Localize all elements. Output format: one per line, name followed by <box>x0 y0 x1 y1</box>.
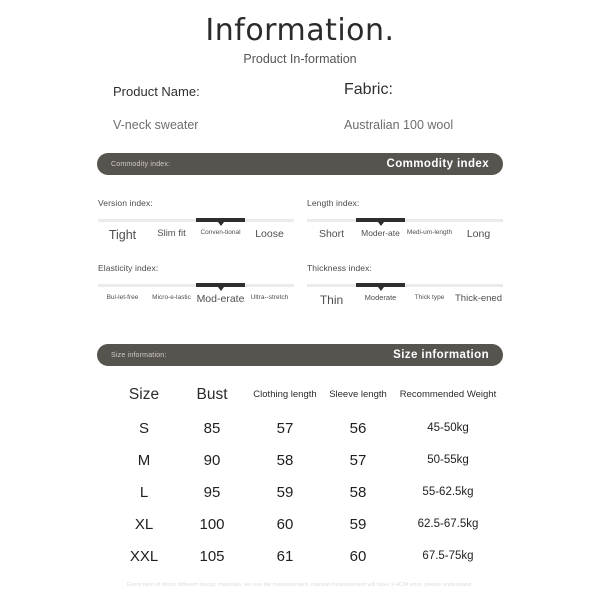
table-row: XXL 105 61 60 67.5-75kg <box>112 540 502 572</box>
meter-thickness-title: Thickness index: <box>307 263 372 273</box>
meter-thickness: Thickness index: Thin Moderate Thick type Th… <box>307 263 503 307</box>
size-information-banner-small-label: Size information: <box>111 351 167 359</box>
measurement-disclaimer: Every item of dress different design mat… <box>126 582 474 588</box>
commodity-index-banner: Commodity index: Commodity index <box>97 153 503 175</box>
table-cell: 100 <box>199 515 225 533</box>
meter-elasticity-option[interactable]: Bul-let-free <box>98 294 147 305</box>
table-cell: 59 <box>349 515 367 533</box>
table-cell: S <box>138 419 149 437</box>
table-cell: 50-55kg <box>427 454 469 466</box>
table-cell: 59 <box>276 483 294 501</box>
table-cell: 55-62.5kg <box>422 486 474 498</box>
size-information-banner: Size information: Size information <box>97 344 503 366</box>
meter-version-track[interactable] <box>98 218 294 226</box>
page-title: Information. <box>205 13 395 48</box>
table-column-header: Bust <box>196 386 228 403</box>
table-cell: XL <box>134 515 154 533</box>
table-row: S 85 57 56 45-50kg <box>112 412 502 444</box>
table-column-header: Clothing length <box>253 388 317 400</box>
size-information-banner-title: Size information <box>393 349 489 361</box>
meter-length-pointer-icon <box>377 222 384 226</box>
commodity-index-banner-small-label: Commodity index: <box>111 160 171 168</box>
meter-thickness-option[interactable]: Thick type <box>405 294 454 307</box>
meter-elasticity-option[interactable]: Micro-e-lastic <box>147 294 196 305</box>
commodity-index-meters: Version index: Tight Slim fit Conven-tional… <box>0 198 600 328</box>
product-information-page: Information. Product In-formation Produc… <box>0 0 600 600</box>
table-body: S 85 57 56 45-50kg M 90 58 57 50-55kg L 95 59 58 55-62… <box>112 412 502 572</box>
table-cell: 62.5-67.5kg <box>417 518 479 530</box>
meter-elasticity-option[interactable]: Ultra--stretch <box>245 294 294 305</box>
table-cell: 58 <box>276 451 294 469</box>
meter-elasticity-title: Elasticity index: <box>98 263 159 273</box>
fabric-label: Fabric: <box>344 81 393 98</box>
meter-length-option[interactable]: Medi-um-length <box>405 229 454 240</box>
table-cell: 61 <box>276 547 294 565</box>
meter-thickness-track[interactable] <box>307 283 503 291</box>
meter-length: Length index: Short Moder-ate Medi-um-lengt… <box>307 198 503 240</box>
table-row: L 95 59 58 55-62.5kg <box>112 476 502 508</box>
commodity-index-banner-title: Commodity index <box>386 158 489 170</box>
fabric-value: Australian 100 wool <box>344 118 454 132</box>
meter-version-title: Version index: <box>98 198 153 208</box>
meter-length-track[interactable] <box>307 218 503 226</box>
table-cell: 45-50kg <box>427 422 469 434</box>
table-column-header: Recommended Weight <box>399 388 497 400</box>
meter-thickness-labels: Thin Moderate Thick type Thick-ened <box>307 293 503 307</box>
table-cell: 58 <box>349 483 367 501</box>
table-cell: M <box>137 451 151 469</box>
table-cell: 60 <box>349 547 367 565</box>
meter-elasticity-option[interactable]: Mod-erate <box>196 293 245 305</box>
meter-length-title: Length index: <box>307 198 360 208</box>
table-row: M 90 58 57 50-55kg <box>112 444 502 476</box>
table-cell: L <box>139 483 149 501</box>
table-cell: 57 <box>276 419 294 437</box>
table-cell: 95 <box>203 483 221 501</box>
meter-version-pointer-icon <box>217 222 224 226</box>
product-fields: Product Name: V-neck sweater Fabric: Aus… <box>0 81 600 146</box>
size-table: Size Bust Clothing length Sleeve length Reco… <box>112 378 502 572</box>
table-cell: XXL <box>129 547 159 565</box>
table-cell: 105 <box>199 547 225 565</box>
product-name-label: Product Name: <box>113 84 200 99</box>
meter-elasticity-track[interactable] <box>98 283 294 291</box>
table-row: XL 100 60 59 62.5-67.5kg <box>112 508 502 540</box>
meter-length-option[interactable]: Long <box>454 228 503 240</box>
meter-length-option[interactable]: Moder-ate <box>356 228 405 240</box>
meter-length-option[interactable]: Short <box>307 228 356 240</box>
meter-version-option[interactable]: Conven-tional <box>196 229 245 243</box>
table-column-header: Sleeve length <box>329 388 387 400</box>
table-column-header: Size <box>128 386 160 403</box>
table-cell: 57 <box>349 451 367 469</box>
meter-version-option[interactable]: Slim fit <box>147 229 196 243</box>
meter-version-option[interactable]: Tight <box>98 228 147 243</box>
meter-thickness-pointer-icon <box>377 287 384 291</box>
meter-elasticity: Elasticity index: Bul-let-free Micro-e-las… <box>98 263 294 305</box>
table-cell: 85 <box>203 419 221 437</box>
product-name-value: V-neck sweater <box>113 118 199 132</box>
meter-thickness-option[interactable]: Thin <box>307 294 356 307</box>
meter-elasticity-labels: Bul-let-free Micro-e-lastic Mod-erate Ultra… <box>98 293 294 305</box>
meter-version-option[interactable]: Loose <box>245 229 294 243</box>
meter-version: Version index: Tight Slim fit Conven-tional… <box>98 198 294 243</box>
table-cell: 90 <box>203 451 221 469</box>
meter-version-labels: Tight Slim fit Conven-tional Loose <box>98 228 294 243</box>
table-cell: 56 <box>349 419 367 437</box>
meter-length-labels: Short Moder-ate Medi-um-length Long <box>307 228 503 240</box>
meter-thickness-option[interactable]: Thick-ened <box>454 293 503 307</box>
table-cell: 60 <box>276 515 294 533</box>
page-subtitle: Product In-formation <box>243 52 357 66</box>
table-header-row: Size Bust Clothing length Sleeve length Reco… <box>112 378 502 412</box>
meter-thickness-option[interactable]: Moderate <box>356 293 405 307</box>
meter-elasticity-pointer-icon <box>217 287 224 291</box>
table-cell: 67.5-75kg <box>422 550 474 562</box>
